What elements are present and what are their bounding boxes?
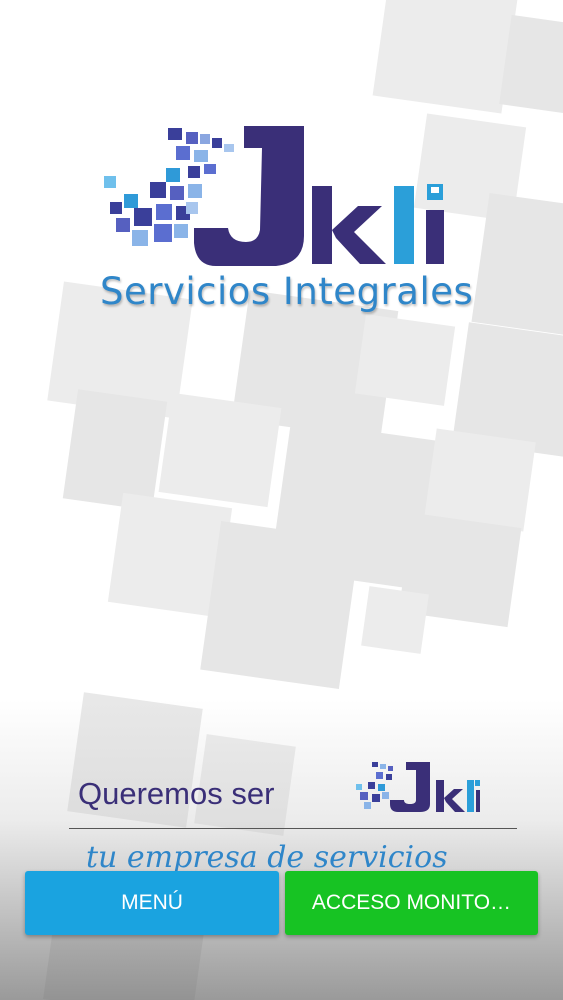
tagline-divider bbox=[69, 828, 517, 829]
logo-letters-kli bbox=[312, 184, 444, 264]
logo-letter-j bbox=[194, 126, 304, 266]
menu-button[interactable]: MENÚ bbox=[25, 871, 279, 935]
jkli-small-logo bbox=[356, 762, 480, 812]
logo-subtitle: Servicios Integrales bbox=[100, 270, 474, 313]
tagline-line2: tu empresa de servicios bbox=[86, 840, 448, 875]
tagline-line1: Queremos ser bbox=[78, 776, 275, 811]
monitor-access-button[interactable]: ACCESO MONITO… bbox=[285, 871, 538, 935]
